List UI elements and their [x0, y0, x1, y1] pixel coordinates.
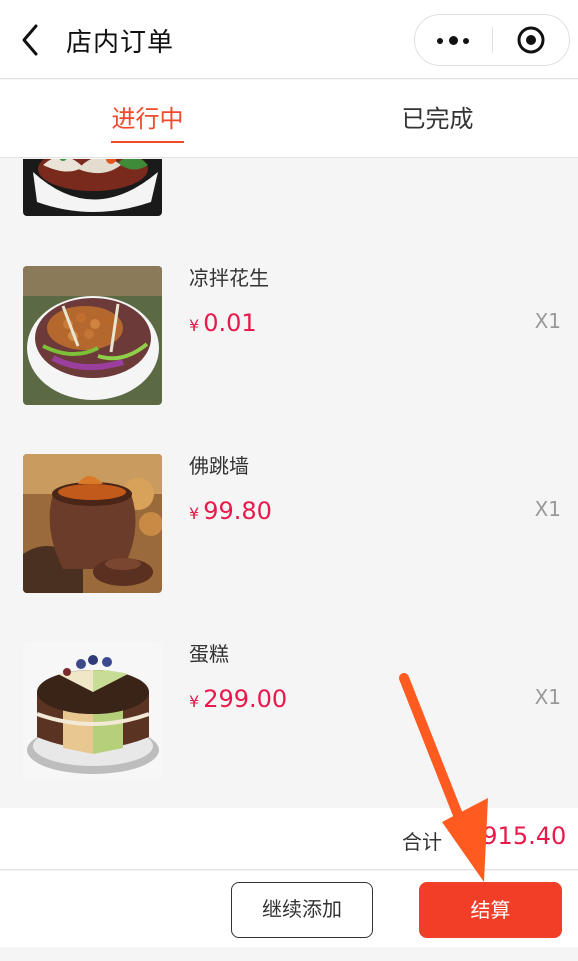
list-item[interactable]: 佛跳墙 ¥99.80 X1	[0, 454, 578, 594]
mini-program-capsule	[414, 14, 570, 66]
item-name: 蛋糕	[189, 642, 229, 666]
back-arrow-icon[interactable]	[14, 20, 50, 60]
close-target-icon[interactable]	[493, 15, 570, 65]
order-tabs: 进行中 已完成	[0, 80, 578, 158]
item-price: ¥299.00	[189, 685, 287, 713]
total-value: 915.40	[482, 822, 567, 850]
total-currency: ¥	[467, 822, 483, 850]
nav-bar: 店内订单	[0, 0, 578, 79]
more-dots-icon[interactable]	[415, 15, 492, 65]
currency-symbol: ¥	[189, 316, 200, 335]
item-price: ¥0.01	[189, 309, 257, 337]
cake-image	[23, 642, 162, 781]
tab-completed[interactable]: 已完成	[293, 80, 578, 158]
price-value: 0.01	[203, 309, 257, 337]
settle-button[interactable]: 结算	[419, 882, 562, 938]
item-quantity: X1	[534, 685, 561, 709]
total-amount: ¥915.40	[467, 822, 566, 850]
continue-adding-button[interactable]: 继续添加	[231, 882, 373, 938]
list-item[interactable]: 凉拌花生 ¥0.01 X1	[0, 266, 578, 406]
order-item-list[interactable]: 凉拌花生 ¥0.01 X1 佛跳墙 ¥99.80 X1 蛋糕 ¥ 299.00 …	[0, 159, 578, 807]
item-name: 佛跳墙	[189, 454, 249, 478]
total-label: 合计	[402, 830, 442, 854]
order-total-bar: 合计 ¥915.40	[0, 808, 578, 870]
page-title: 店内订单	[66, 28, 175, 58]
tab-active-indicator	[111, 141, 184, 143]
item-quantity: X1	[534, 497, 561, 521]
list-item[interactable]: 蛋糕 ¥299.00 X1	[0, 642, 578, 782]
price-value: 99.80	[203, 497, 272, 525]
buddha-jumps-wall-image	[23, 454, 162, 593]
price-value: 299.00	[203, 685, 288, 713]
item-quantity: X1	[534, 309, 561, 333]
action-bar: 继续添加 结算	[0, 871, 578, 947]
currency-symbol: ¥	[189, 692, 200, 711]
item-price: ¥99.80	[189, 497, 272, 525]
tab-in-progress[interactable]: 进行中	[3, 80, 292, 158]
previous-item-image	[23, 159, 162, 216]
currency-symbol: ¥	[189, 504, 200, 523]
item-name: 凉拌花生	[189, 266, 269, 290]
peanut-salad-image	[23, 266, 162, 405]
